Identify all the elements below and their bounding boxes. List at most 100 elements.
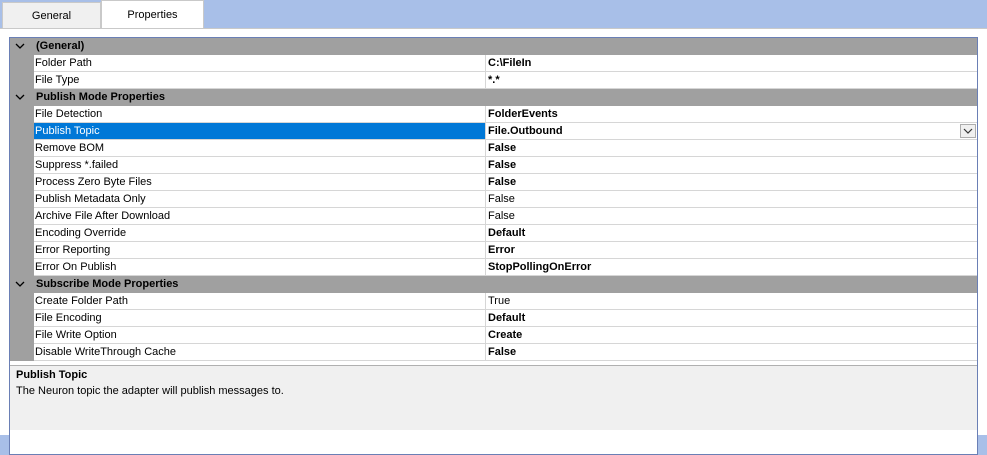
property-value-text: False (488, 346, 517, 358)
row-gutter (10, 208, 34, 225)
property-name[interactable]: Encoding Override (34, 225, 486, 242)
chevron-down-icon[interactable] (14, 40, 26, 52)
property-value[interactable]: False (486, 157, 977, 174)
property-value-text: False (488, 159, 517, 171)
property-value[interactable]: Default (486, 310, 977, 327)
property-row[interactable]: Process Zero Byte Files False (10, 174, 977, 191)
property-name[interactable]: File Detection (34, 106, 486, 123)
category-label: Subscribe Mode Properties (36, 278, 179, 290)
property-value-text: False (488, 142, 517, 154)
row-gutter (10, 174, 34, 191)
property-grid: (General) Folder Path C:\FileIn File Type *.… (9, 37, 978, 455)
property-row[interactable]: File Type *.* (10, 72, 977, 89)
category-label: Publish Mode Properties (36, 91, 165, 103)
row-gutter (10, 157, 34, 174)
property-value-text: C:\FileIn (488, 57, 532, 69)
property-value[interactable]: Create (486, 327, 977, 344)
row-gutter (10, 344, 34, 361)
property-value-text: False (488, 176, 517, 188)
property-value[interactable]: FolderEvents (486, 106, 977, 123)
property-value[interactable]: False (486, 174, 977, 191)
property-value[interactable]: False (486, 191, 977, 208)
property-row[interactable]: Encoding Override Default (10, 225, 977, 242)
property-row[interactable]: Folder Path C:\FileIn (10, 55, 977, 72)
row-gutter (10, 327, 34, 344)
category-row[interactable]: (General) (10, 38, 977, 55)
property-name[interactable]: Disable WriteThrough Cache (34, 344, 486, 361)
category-label: (General) (36, 40, 85, 52)
row-gutter (10, 140, 34, 157)
property-row[interactable]: File Encoding Default (10, 310, 977, 327)
property-row[interactable]: Archive File After Download False (10, 208, 977, 225)
property-value-text: File.Outbound (488, 125, 563, 137)
category-row[interactable]: Subscribe Mode Properties (10, 276, 977, 293)
property-value-text: FolderEvents (488, 108, 558, 120)
row-gutter (10, 293, 34, 310)
property-row[interactable]: File Write Option Create (10, 327, 977, 344)
properties-panel: (General) Folder Path C:\FileIn File Type *.… (0, 28, 987, 455)
property-value[interactable]: StopPollingOnError (486, 259, 977, 276)
property-row[interactable]: Suppress *.failed False (10, 157, 977, 174)
row-gutter (10, 242, 34, 259)
property-value-text: True (488, 295, 511, 307)
property-name[interactable]: Remove BOM (34, 140, 486, 157)
row-gutter (10, 310, 34, 327)
property-name[interactable]: Suppress *.failed (34, 157, 486, 174)
chevron-down-icon (963, 128, 973, 134)
property-row[interactable]: Create Folder Path True (10, 293, 977, 310)
property-row[interactable]: Error Reporting Error (10, 242, 977, 259)
property-value[interactable]: File.Outbound (486, 123, 977, 140)
tab-properties[interactable]: Properties (101, 0, 204, 29)
tab-general[interactable]: General (2, 2, 101, 28)
property-value[interactable]: False (486, 140, 977, 157)
property-row[interactable]: File Detection FolderEvents (10, 106, 977, 123)
property-name[interactable]: File Write Option (34, 327, 486, 344)
property-value[interactable]: False (486, 344, 977, 361)
category-row[interactable]: Publish Mode Properties (10, 89, 977, 106)
property-name[interactable]: Publish Topic (34, 123, 486, 140)
property-value-text: False (488, 210, 515, 222)
property-row[interactable]: Publish Topic File.Outbound (10, 123, 977, 140)
property-value-text: Default (488, 227, 526, 239)
property-value-text: Create (488, 329, 523, 341)
property-row[interactable]: Remove BOM False (10, 140, 977, 157)
property-name[interactable]: Error Reporting (34, 242, 486, 259)
property-value[interactable]: *.* (486, 72, 977, 89)
property-value-text: *.* (488, 74, 500, 86)
property-row[interactable]: Error On Publish StopPollingOnError (10, 259, 977, 276)
row-gutter (10, 72, 34, 89)
property-value[interactable]: C:\FileIn (486, 55, 977, 72)
row-gutter (10, 123, 34, 140)
property-name[interactable]: Create Folder Path (34, 293, 486, 310)
property-name[interactable]: File Type (34, 72, 486, 89)
property-row[interactable]: Disable WriteThrough Cache False (10, 344, 977, 361)
property-name[interactable]: Archive File After Download (34, 208, 486, 225)
property-row[interactable]: Publish Metadata Only False (10, 191, 977, 208)
description-text: The Neuron topic the adapter will publis… (16, 385, 284, 397)
property-name[interactable]: Publish Metadata Only (34, 191, 486, 208)
property-grid-rows: (General) Folder Path C:\FileIn File Type *.… (10, 38, 977, 361)
property-value-text: False (488, 193, 515, 205)
property-value-text: Default (488, 312, 526, 324)
row-gutter (10, 259, 34, 276)
property-name[interactable]: Error On Publish (34, 259, 486, 276)
row-gutter (10, 106, 34, 123)
tab-strip: General Properties (0, 0, 987, 29)
row-gutter (10, 191, 34, 208)
property-value-text: Error (488, 244, 515, 256)
row-gutter (10, 55, 34, 72)
property-value[interactable]: Default (486, 225, 977, 242)
property-value-text: StopPollingOnError (488, 261, 592, 273)
property-name[interactable]: Process Zero Byte Files (34, 174, 486, 191)
property-name[interactable]: Folder Path (34, 55, 486, 72)
chevron-down-icon[interactable] (14, 91, 26, 103)
dropdown-button[interactable] (960, 124, 976, 138)
row-gutter (10, 225, 34, 242)
description-pane: Publish Topic The Neuron topic the adapt… (10, 365, 977, 430)
property-name[interactable]: File Encoding (34, 310, 486, 327)
property-value[interactable]: Error (486, 242, 977, 259)
description-title: Publish Topic (16, 369, 88, 381)
property-value[interactable]: False (486, 208, 977, 225)
property-value[interactable]: True (486, 293, 977, 310)
chevron-down-icon[interactable] (14, 278, 26, 290)
